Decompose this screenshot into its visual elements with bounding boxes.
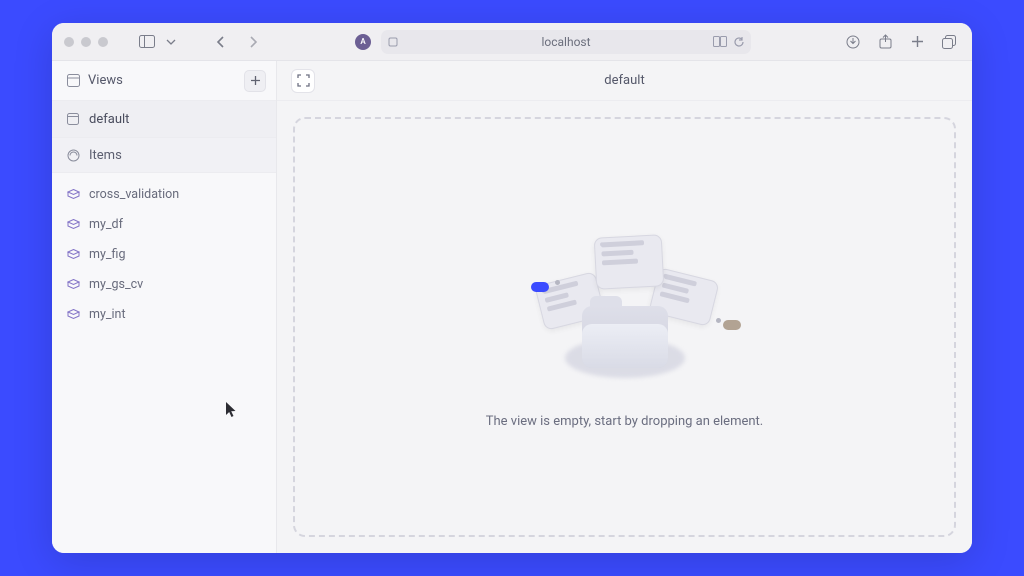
reload-icon[interactable] xyxy=(733,36,745,48)
share-icon[interactable] xyxy=(874,31,896,53)
address-text: localhost xyxy=(541,35,590,49)
item-label: my_fig xyxy=(89,247,125,262)
privacy-icon xyxy=(387,36,399,48)
nav-back-icon[interactable] xyxy=(210,31,232,53)
address-bar[interactable]: localhost xyxy=(381,30,751,54)
sidebar-items-list: cross_validation my_df my_fig my_gs_cv m… xyxy=(52,173,276,329)
address-bar-area: A localhost xyxy=(274,30,832,54)
item-label: my_int xyxy=(89,307,126,322)
sidebar-items-header[interactable]: Items xyxy=(52,137,276,173)
main-header: default xyxy=(277,61,972,101)
main-panel: default The view is empty, start by drop… xyxy=(277,61,972,553)
item-icon xyxy=(66,187,80,201)
canvas-wrap: The view is empty, start by dropping an … xyxy=(277,101,972,553)
sidebar-item-my-fig[interactable]: my_fig xyxy=(52,239,276,269)
main-title: default xyxy=(327,73,922,88)
new-tab-icon[interactable] xyxy=(906,31,928,53)
item-icon xyxy=(66,277,80,291)
browser-toolbar: A localhost xyxy=(52,23,972,61)
item-icon xyxy=(66,247,80,261)
site-badge-icon[interactable]: A xyxy=(355,34,371,50)
sidebar-items-title: Items xyxy=(89,148,122,163)
sidebar-toggle-icon[interactable] xyxy=(136,31,158,53)
item-icon xyxy=(66,307,80,321)
expand-view-button[interactable] xyxy=(291,69,315,93)
sidebar-title: Views xyxy=(88,73,123,88)
browser-window: A localhost xyxy=(52,23,972,553)
sidebar-view-default[interactable]: default xyxy=(52,101,276,137)
empty-state-text: The view is empty, start by dropping an … xyxy=(486,414,763,429)
views-icon xyxy=(66,74,80,88)
items-icon xyxy=(66,148,80,162)
sidebar-item-my-df[interactable]: my_df xyxy=(52,209,276,239)
tabs-overview-icon[interactable] xyxy=(938,31,960,53)
reader-icon[interactable] xyxy=(713,36,727,47)
chevron-down-icon[interactable] xyxy=(160,31,182,53)
item-icon xyxy=(66,217,80,231)
item-label: my_df xyxy=(89,217,123,232)
empty-illustration xyxy=(525,226,725,386)
view-item-icon xyxy=(66,112,80,126)
toolbar-right xyxy=(842,31,960,53)
sidebar: Views default Items xyxy=(52,61,277,553)
nav-forward-icon[interactable] xyxy=(242,31,264,53)
sidebar-item-my-int[interactable]: my_int xyxy=(52,299,276,329)
window-traffic-lights[interactable] xyxy=(64,37,108,47)
drop-canvas[interactable]: The view is empty, start by dropping an … xyxy=(293,117,956,537)
app-body: Views default Items xyxy=(52,61,972,553)
item-label: cross_validation xyxy=(89,187,179,202)
sidebar-item-cross-validation[interactable]: cross_validation xyxy=(52,179,276,209)
item-label: my_gs_cv xyxy=(89,277,143,292)
add-view-button[interactable] xyxy=(244,70,266,92)
sidebar-item-my-gs-cv[interactable]: my_gs_cv xyxy=(52,269,276,299)
sidebar-header: Views xyxy=(52,61,276,101)
sidebar-view-label: default xyxy=(89,112,129,127)
downloads-icon[interactable] xyxy=(842,31,864,53)
